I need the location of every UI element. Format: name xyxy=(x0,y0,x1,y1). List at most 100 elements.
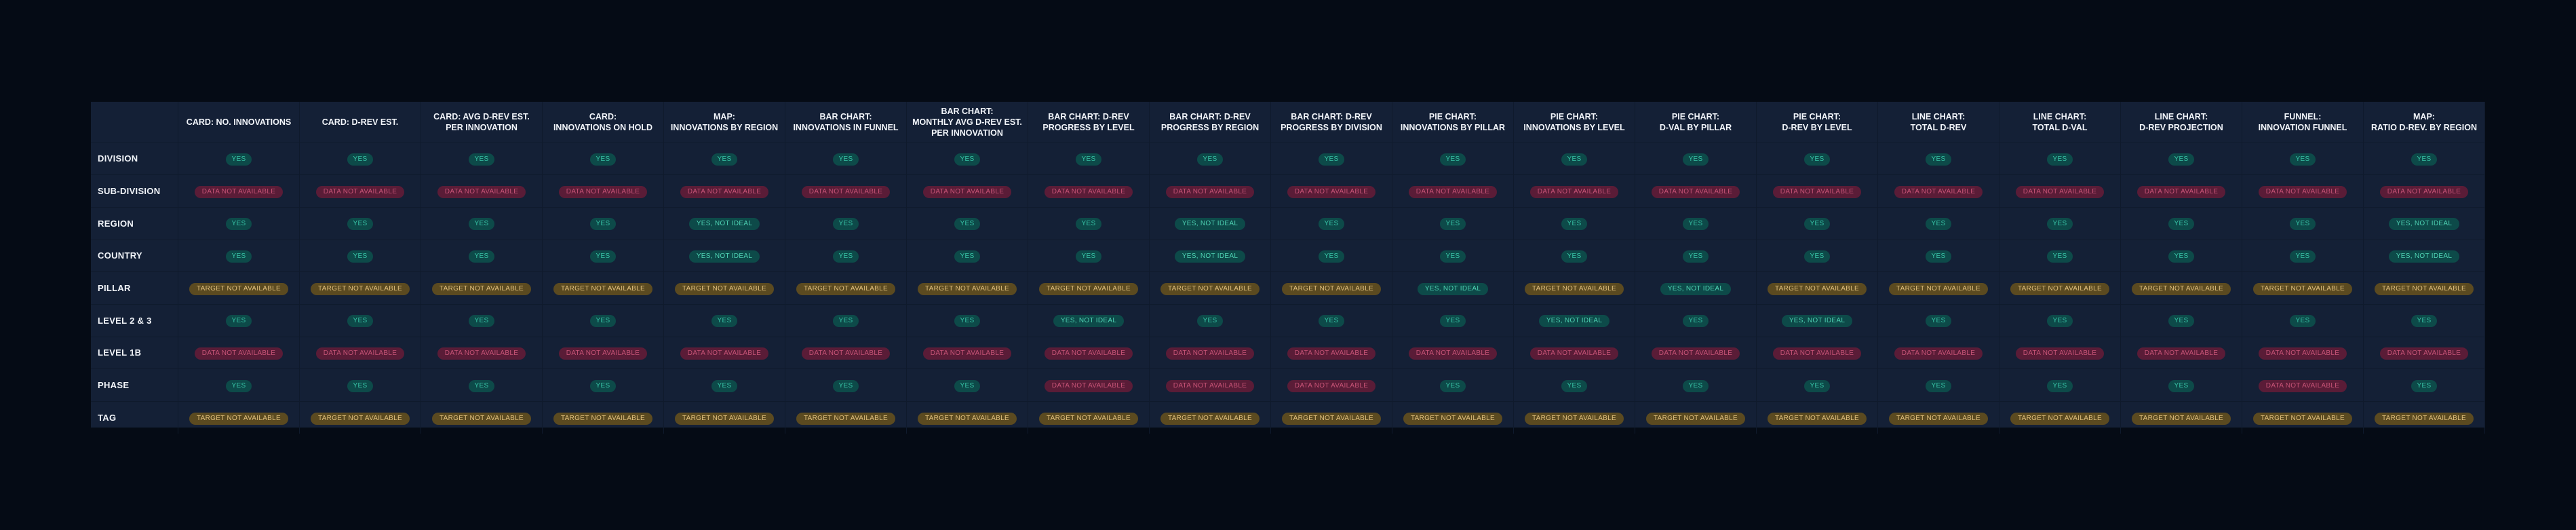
status-badge: TARGET NOT AVAILABLE xyxy=(1281,282,1381,295)
matrix-cell: YES xyxy=(299,142,421,175)
matrix-cell: YES xyxy=(1756,206,1878,240)
row-label: TAG xyxy=(91,401,178,434)
matrix-cell: YES xyxy=(1756,368,1878,402)
column-header: MAP: INNOVATIONS BY REGION xyxy=(663,102,785,143)
matrix-cell: YES xyxy=(906,142,1028,175)
matrix-cell: DATA NOT AVAILABLE xyxy=(1756,336,1878,369)
matrix-cell: DATA NOT AVAILABLE xyxy=(663,336,785,369)
matrix-cell: TARGET NOT AVAILABLE xyxy=(299,401,421,434)
status-badge: YES xyxy=(1075,218,1102,231)
matrix-cell: DATA NOT AVAILABLE xyxy=(1270,368,1392,402)
matrix-cell: YES xyxy=(542,368,664,402)
status-badge: YES xyxy=(589,315,617,328)
matrix-cell: YES xyxy=(542,239,664,272)
matrix-cell: TARGET NOT AVAILABLE xyxy=(1028,401,1150,434)
status-badge: TARGET NOT AVAILABLE xyxy=(431,412,531,425)
matrix-cell: YES xyxy=(1028,239,1150,272)
status-badge: YES xyxy=(2168,250,2195,263)
status-badge: TARGET NOT AVAILABLE xyxy=(2131,412,2231,425)
matrix-cell: YES xyxy=(1999,368,2121,402)
status-badge: YES xyxy=(1682,315,1709,328)
column-header: BAR CHART: MONTHLY AVG D-REV EST. PER IN… xyxy=(906,102,1028,143)
status-badge: YES xyxy=(468,153,495,166)
status-badge: TARGET NOT AVAILABLE xyxy=(674,282,774,295)
status-badge: YES xyxy=(1439,250,1466,263)
matrix-cell: TARGET NOT AVAILABLE xyxy=(421,401,543,434)
status-badge: DATA NOT AVAILABLE xyxy=(922,347,1012,360)
status-badge: YES xyxy=(347,315,374,328)
matrix-cell: YES xyxy=(2120,206,2242,240)
status-badge: TARGET NOT AVAILABLE xyxy=(1524,282,1624,295)
matrix-cell: YES xyxy=(906,303,1028,337)
status-badge: TARGET NOT AVAILABLE xyxy=(2374,412,2474,425)
row-label: REGION xyxy=(91,206,178,240)
status-badge: TARGET NOT AVAILABLE xyxy=(796,282,895,295)
row-label: LEVEL 2 & 3 xyxy=(91,303,178,337)
matrix-cell: DATA NOT AVAILABLE xyxy=(299,336,421,369)
status-badge: DATA NOT AVAILABLE xyxy=(1165,379,1255,392)
status-badge: YES xyxy=(225,153,252,166)
matrix-cell: YES xyxy=(178,142,300,175)
status-badge: DATA NOT AVAILABLE xyxy=(194,185,284,198)
status-badge: DATA NOT AVAILABLE xyxy=(2258,185,2347,198)
status-badge: YES xyxy=(225,250,252,263)
matrix-cell: YES xyxy=(663,142,785,175)
matrix-cell: YES xyxy=(1635,142,1757,175)
status-badge: YES xyxy=(468,218,495,231)
status-badge: TARGET NOT AVAILABLE xyxy=(2010,282,2109,295)
status-badge: YES, NOT IDEAL xyxy=(688,218,760,231)
status-badge: DATA NOT AVAILABLE xyxy=(922,185,1012,198)
status-badge: YES, NOT IDEAL xyxy=(1417,282,1489,295)
status-badge: YES xyxy=(589,218,617,231)
status-badge: YES xyxy=(1682,218,1709,231)
status-badge: YES xyxy=(1561,250,1588,263)
matrix-cell: TARGET NOT AVAILABLE xyxy=(785,401,907,434)
status-badge: YES xyxy=(954,379,981,392)
matrix-cell: YES xyxy=(1270,142,1392,175)
matrix-cell: YES xyxy=(1877,206,1999,240)
status-badge: YES xyxy=(954,250,981,263)
matrix-row: REGION YES YES YES YES YES, NOT IDEAL YES YES YE… xyxy=(91,206,2485,240)
matrix-cell: YES xyxy=(1270,206,1392,240)
matrix-cell: TARGET NOT AVAILABLE xyxy=(1756,271,1878,305)
column-header: LINE CHART: TOTAL D-REV xyxy=(1877,102,1999,143)
status-badge: DATA NOT AVAILABLE xyxy=(801,347,891,360)
corner-cell xyxy=(91,102,178,143)
status-badge: YES xyxy=(2168,315,2195,328)
status-badge: DATA NOT AVAILABLE xyxy=(680,347,769,360)
status-badge: TARGET NOT AVAILABLE xyxy=(431,282,531,295)
matrix-cell: YES xyxy=(1635,239,1757,272)
matrix-cell: TARGET NOT AVAILABLE xyxy=(299,271,421,305)
status-badge: YES xyxy=(1682,379,1709,392)
matrix-cell: DATA NOT AVAILABLE xyxy=(906,174,1028,208)
matrix-cell: YES xyxy=(2363,368,2485,402)
status-badge: DATA NOT AVAILABLE xyxy=(1287,185,1376,198)
column-header: LINE CHART: TOTAL D-VAL xyxy=(1999,102,2121,143)
matrix-cell: TARGET NOT AVAILABLE xyxy=(2242,401,2364,434)
status-badge: TARGET NOT AVAILABLE xyxy=(553,282,652,295)
status-badge: YES xyxy=(468,379,495,392)
status-badge: YES xyxy=(1439,315,1466,328)
status-badge: YES xyxy=(2411,315,2438,328)
matrix-cell: TARGET NOT AVAILABLE xyxy=(1513,271,1635,305)
status-badge: TARGET NOT AVAILABLE xyxy=(796,412,895,425)
status-badge: TARGET NOT AVAILABLE xyxy=(1767,412,1867,425)
status-badge: DATA NOT AVAILABLE xyxy=(680,185,769,198)
matrix-cell: TARGET NOT AVAILABLE xyxy=(1513,401,1635,434)
status-badge: YES xyxy=(2289,153,2316,166)
matrix-cell: YES xyxy=(906,239,1028,272)
row-label: PHASE xyxy=(91,368,178,402)
matrix-cell: YES xyxy=(542,303,664,337)
status-badge: DATA NOT AVAILABLE xyxy=(2258,379,2347,392)
matrix-cell: TARGET NOT AVAILABLE xyxy=(663,271,785,305)
matrix-cell: YES xyxy=(1392,142,1514,175)
status-badge: YES xyxy=(1925,315,1952,328)
status-badge: TARGET NOT AVAILABLE xyxy=(2374,282,2474,295)
status-badge: YES xyxy=(1439,153,1466,166)
matrix-cell: TARGET NOT AVAILABLE xyxy=(1635,401,1757,434)
matrix-cell: YES xyxy=(1999,142,2121,175)
matrix-cell: DATA NOT AVAILABLE xyxy=(785,174,907,208)
matrix-cell: YES xyxy=(299,239,421,272)
matrix-cell: YES xyxy=(1149,303,1271,337)
matrix-cell: DATA NOT AVAILABLE xyxy=(1270,336,1392,369)
